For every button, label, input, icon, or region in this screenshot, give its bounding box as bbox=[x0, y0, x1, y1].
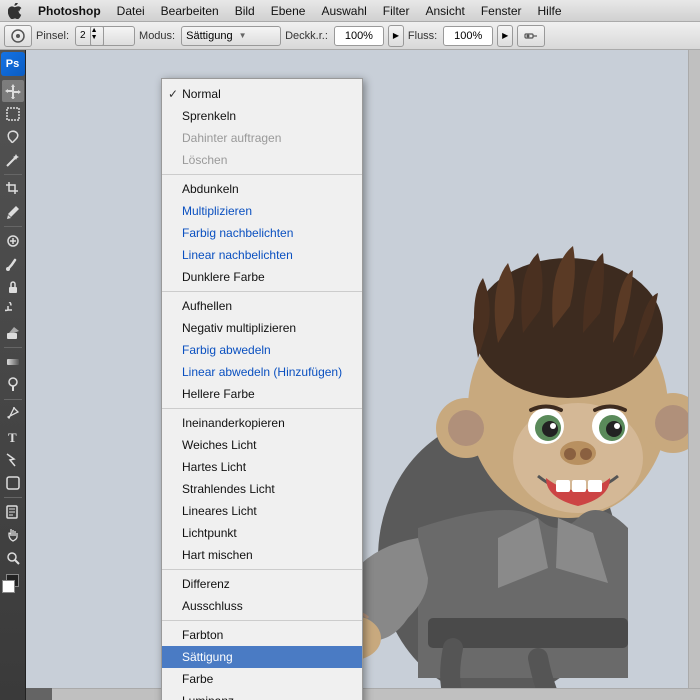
move-tool-btn[interactable] bbox=[2, 80, 24, 102]
vertical-scrollbar[interactable] bbox=[688, 50, 700, 688]
dd-separator-3 bbox=[162, 408, 362, 409]
dd-separator-4 bbox=[162, 569, 362, 570]
tool-separator-5 bbox=[4, 497, 22, 498]
menu-bearbeiten[interactable]: Bearbeiten bbox=[153, 0, 227, 22]
zoom-tool-btn[interactable] bbox=[2, 547, 24, 569]
color-swatches[interactable] bbox=[2, 574, 24, 596]
dd-item-multiplizieren[interactable]: Multiplizieren bbox=[162, 200, 362, 222]
dd-item-farbe[interactable]: Farbe bbox=[162, 668, 362, 690]
path-select-tool-btn[interactable] bbox=[2, 449, 24, 471]
dd-item-luminanz[interactable]: Luminanz bbox=[162, 690, 362, 700]
healing-tool-btn[interactable] bbox=[2, 230, 24, 252]
tool-separator-1 bbox=[4, 174, 22, 175]
dd-item-lineares-licht[interactable]: Lineares Licht bbox=[162, 500, 362, 522]
canvas-area: Normal Sprenkeln Dahinter auftragen Lösc… bbox=[26, 50, 700, 700]
dd-item-hartes-licht[interactable]: Hartes Licht bbox=[162, 456, 362, 478]
fluss-label: Fluss: bbox=[408, 30, 437, 42]
dd-item-ineinander[interactable]: Ineinanderkopieren bbox=[162, 412, 362, 434]
menubar: Photoshop Datei Bearbeiten Bild Ebene Au… bbox=[0, 0, 700, 22]
dd-item-dahinter[interactable]: Dahinter auftragen bbox=[162, 127, 362, 149]
notes-tool-btn[interactable] bbox=[2, 501, 24, 523]
dd-item-farbig-abwedeln[interactable]: Farbig abwedeln bbox=[162, 339, 362, 361]
dd-item-normal[interactable]: Normal bbox=[162, 83, 362, 105]
tool-separator-3 bbox=[4, 347, 22, 348]
marquee-tool-btn[interactable] bbox=[2, 103, 24, 125]
tool-separator-4 bbox=[4, 399, 22, 400]
dd-item-ausschluss[interactable]: Ausschluss bbox=[162, 595, 362, 617]
dd-item-sattigung[interactable]: Sättigung bbox=[162, 646, 362, 668]
menu-ebene[interactable]: Ebene bbox=[263, 0, 314, 22]
dd-item-abdunkeln[interactable]: Abdunkeln bbox=[162, 178, 362, 200]
fluss-arrow-btn[interactable]: ▶ bbox=[497, 25, 513, 47]
brush-tool-btn[interactable] bbox=[2, 253, 24, 275]
dd-item-dunklere-farbe[interactable]: Dunklere Farbe bbox=[162, 266, 362, 288]
svg-text:T: T bbox=[8, 430, 17, 445]
ps-logo: Ps bbox=[1, 52, 25, 76]
workspace: Ps bbox=[0, 50, 700, 700]
dd-item-linear-nachbelichten[interactable]: Linear nachbelichten bbox=[162, 244, 362, 266]
apple-menu[interactable] bbox=[0, 0, 30, 22]
menu-fenster[interactable]: Fenster bbox=[473, 0, 530, 22]
toolbar: Ps bbox=[0, 50, 26, 700]
brush-size-select[interactable]: 2 ▲ ▼ bbox=[75, 26, 135, 46]
dodge-tool-btn[interactable] bbox=[2, 374, 24, 396]
mode-value: Sättigung bbox=[186, 30, 232, 42]
dd-item-weiches-licht[interactable]: Weiches Licht bbox=[162, 434, 362, 456]
menu-bild[interactable]: Bild bbox=[227, 0, 263, 22]
type-tool-btn[interactable]: T bbox=[2, 426, 24, 448]
hand-tool-btn[interactable] bbox=[2, 524, 24, 546]
magic-wand-tool-btn[interactable] bbox=[2, 149, 24, 171]
lasso-tool-btn[interactable] bbox=[2, 126, 24, 148]
dd-item-farbton[interactable]: Farbton bbox=[162, 624, 362, 646]
modus-label: Modus: bbox=[139, 30, 175, 42]
menu-ansicht[interactable]: Ansicht bbox=[417, 0, 472, 22]
eraser-tool-btn[interactable] bbox=[2, 322, 24, 344]
menu-auswahl[interactable]: Auswahl bbox=[313, 0, 374, 22]
shape-tool-btn[interactable] bbox=[2, 472, 24, 494]
menu-filter[interactable]: Filter bbox=[375, 0, 418, 22]
deckraft-label: Deckk.r.: bbox=[285, 30, 328, 42]
options-bar: Pinsel: 2 ▲ ▼ Modus: Sättigung ▼ Deckk.r… bbox=[0, 22, 700, 50]
menu-datei[interactable]: Datei bbox=[109, 0, 153, 22]
dd-separator-2 bbox=[162, 291, 362, 292]
menu-hilfe[interactable]: Hilfe bbox=[530, 0, 570, 22]
dd-item-sprenkeln[interactable]: Sprenkeln bbox=[162, 105, 362, 127]
pinsel-label: Pinsel: bbox=[36, 30, 69, 42]
dd-separator-1 bbox=[162, 174, 362, 175]
mode-dropdown: Normal Sprenkeln Dahinter auftragen Lösc… bbox=[161, 78, 363, 700]
dd-item-strahlendes-licht[interactable]: Strahlendes Licht bbox=[162, 478, 362, 500]
mode-select[interactable]: Sättigung ▼ bbox=[181, 26, 281, 46]
dd-item-loschen[interactable]: Löschen bbox=[162, 149, 362, 171]
dd-item-differenz[interactable]: Differenz bbox=[162, 573, 362, 595]
horizontal-scrollbar[interactable] bbox=[52, 688, 700, 700]
crop-tool-btn[interactable] bbox=[2, 178, 24, 200]
deckraft-input[interactable]: 100% bbox=[334, 26, 384, 46]
menu-photoshop[interactable]: Photoshop bbox=[30, 0, 109, 22]
pen-tool-btn[interactable] bbox=[2, 403, 24, 425]
stamp-tool-btn[interactable] bbox=[2, 276, 24, 298]
airbrush-btn[interactable] bbox=[517, 25, 545, 47]
eyedropper-tool-btn[interactable] bbox=[2, 201, 24, 223]
fluss-input[interactable]: 100% bbox=[443, 26, 493, 46]
dd-separator-5 bbox=[162, 620, 362, 621]
dd-item-farbig-nachbelichten[interactable]: Farbig nachbelichten bbox=[162, 222, 362, 244]
dd-item-linear-abwedeln[interactable]: Linear abwedeln (Hinzufügen) bbox=[162, 361, 362, 383]
gradient-tool-btn[interactable] bbox=[2, 351, 24, 373]
dd-item-aufhellen[interactable]: Aufhellen bbox=[162, 295, 362, 317]
tool-separator-2 bbox=[4, 226, 22, 227]
deckraft-arrow-btn[interactable]: ▶ bbox=[388, 25, 404, 47]
dd-item-lichtpunkt[interactable]: Lichtpunkt bbox=[162, 522, 362, 544]
dd-item-hart-mischen[interactable]: Hart mischen bbox=[162, 544, 362, 566]
brush-options-btn[interactable] bbox=[4, 25, 32, 47]
history-tool-btn[interactable] bbox=[2, 299, 24, 321]
dd-item-hellere-farbe[interactable]: Hellere Farbe bbox=[162, 383, 362, 405]
dd-item-negativ[interactable]: Negativ multiplizieren bbox=[162, 317, 362, 339]
